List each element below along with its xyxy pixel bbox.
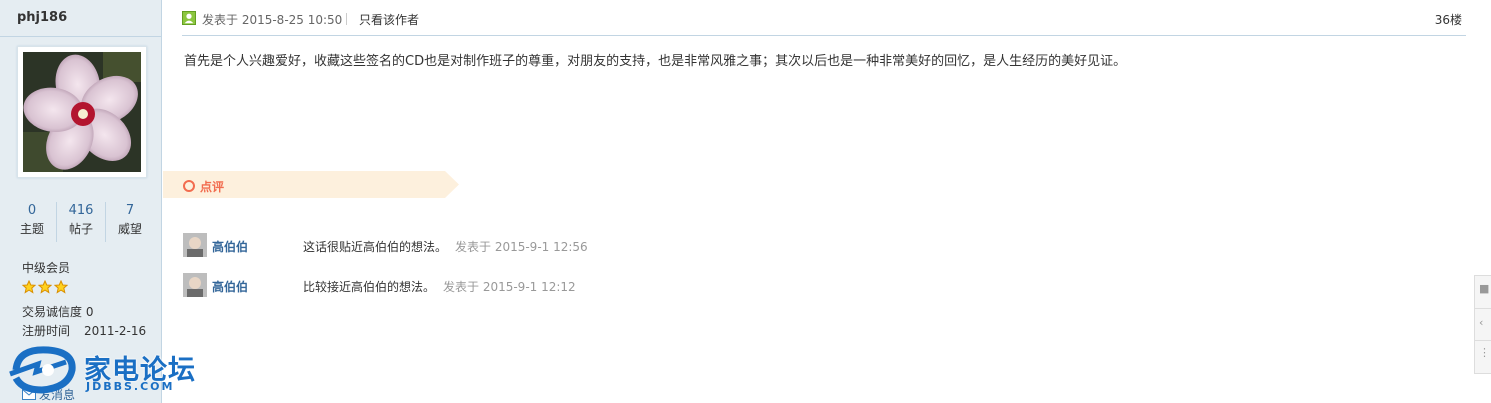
commenter-name[interactable]: 高伯伯 bbox=[212, 238, 248, 255]
star-icon bbox=[54, 280, 68, 294]
rank-stars bbox=[22, 280, 68, 294]
register-date: 注册时间 2011-2-16 bbox=[22, 322, 146, 339]
only-author-link[interactable]: 只看该作者 bbox=[359, 11, 419, 28]
trade-credit: 交易诚信度 0 bbox=[22, 305, 94, 319]
site-logo: 家电论坛 JDBBS.COM bbox=[8, 344, 208, 400]
stat-value: 0 bbox=[27, 203, 37, 218]
comment-item: 高伯伯 比较接近高伯伯的想法。 发表于 2015-9-1 12:12 bbox=[183, 273, 603, 297]
commenter-avatar[interactable] bbox=[183, 273, 207, 297]
share-icon[interactable]: ■ bbox=[1479, 282, 1489, 295]
stat-label: 主题 bbox=[19, 222, 44, 236]
divider bbox=[1475, 340, 1491, 341]
post-date: 发表于 2015-8-25 10:50 bbox=[202, 13, 343, 27]
divider bbox=[346, 13, 347, 25]
floor-number[interactable]: 36楼 bbox=[1435, 11, 1462, 28]
register-date-value: 2011-2-16 bbox=[84, 324, 147, 338]
commenter-name[interactable]: 高伯伯 bbox=[212, 278, 248, 295]
divider bbox=[1475, 308, 1491, 309]
register-date-label: 注册时间 bbox=[22, 324, 71, 338]
star-icon bbox=[38, 280, 52, 294]
author-stats: 0 主题 416 帖子 7 威望 bbox=[8, 202, 154, 242]
logo-emblem-icon bbox=[9, 346, 76, 394]
comment-text: 比较接近高伯伯的想法。 bbox=[303, 280, 436, 294]
stat-threads[interactable]: 0 主题 bbox=[8, 202, 56, 242]
commenter-avatar[interactable] bbox=[183, 233, 207, 257]
comment-circle-icon bbox=[183, 180, 195, 192]
divider bbox=[0, 36, 161, 37]
comment-text: 这话很贴近高伯伯的想法。 bbox=[303, 240, 448, 254]
arrow-up-icon[interactable]: ‹ bbox=[1479, 316, 1489, 329]
post-header: 发表于 2015-8-25 10:50 只看该作者 36楼 bbox=[182, 9, 1466, 36]
comment-item: 高伯伯 这话很贴近高伯伯的想法。 发表于 2015-9-1 12:56 bbox=[183, 233, 603, 257]
author-sidebar: phj186 0 主题 416 帖子 7 威望 中级会员 交易诚信度 0 注册时… bbox=[0, 0, 162, 403]
online-status-icon bbox=[182, 11, 196, 25]
stat-value: 7 bbox=[125, 203, 135, 218]
logo-domain-text: JDBBS.COM bbox=[86, 380, 175, 393]
author-username[interactable]: phj186 bbox=[17, 10, 67, 25]
post-content: 首先是个人兴趣爱好，收藏这些签名的CD也是对制作班子的尊重，对朋友的支持，也是非… bbox=[184, 54, 1127, 69]
side-toolbar[interactable]: ■ ‹ ⋮ bbox=[1474, 275, 1491, 374]
comment-time: 发表于 2015-9-1 12:56 bbox=[455, 240, 588, 254]
stat-value: 416 bbox=[68, 203, 94, 218]
stat-label: 帖子 bbox=[68, 222, 93, 236]
comment-section-header: 点评 bbox=[163, 171, 459, 198]
flower-avatar-image bbox=[23, 52, 141, 172]
list-icon[interactable]: ⋮ bbox=[1479, 346, 1490, 359]
stat-label: 威望 bbox=[117, 222, 142, 236]
stat-posts[interactable]: 416 帖子 bbox=[56, 202, 105, 242]
stat-prestige[interactable]: 7 威望 bbox=[105, 202, 154, 242]
comment-time: 发表于 2015-9-1 12:12 bbox=[443, 280, 576, 294]
author-avatar[interactable] bbox=[17, 46, 147, 178]
comment-section-title: 点评 bbox=[200, 180, 225, 194]
user-rank[interactable]: 中级会员 bbox=[22, 259, 70, 276]
star-icon bbox=[22, 280, 36, 294]
